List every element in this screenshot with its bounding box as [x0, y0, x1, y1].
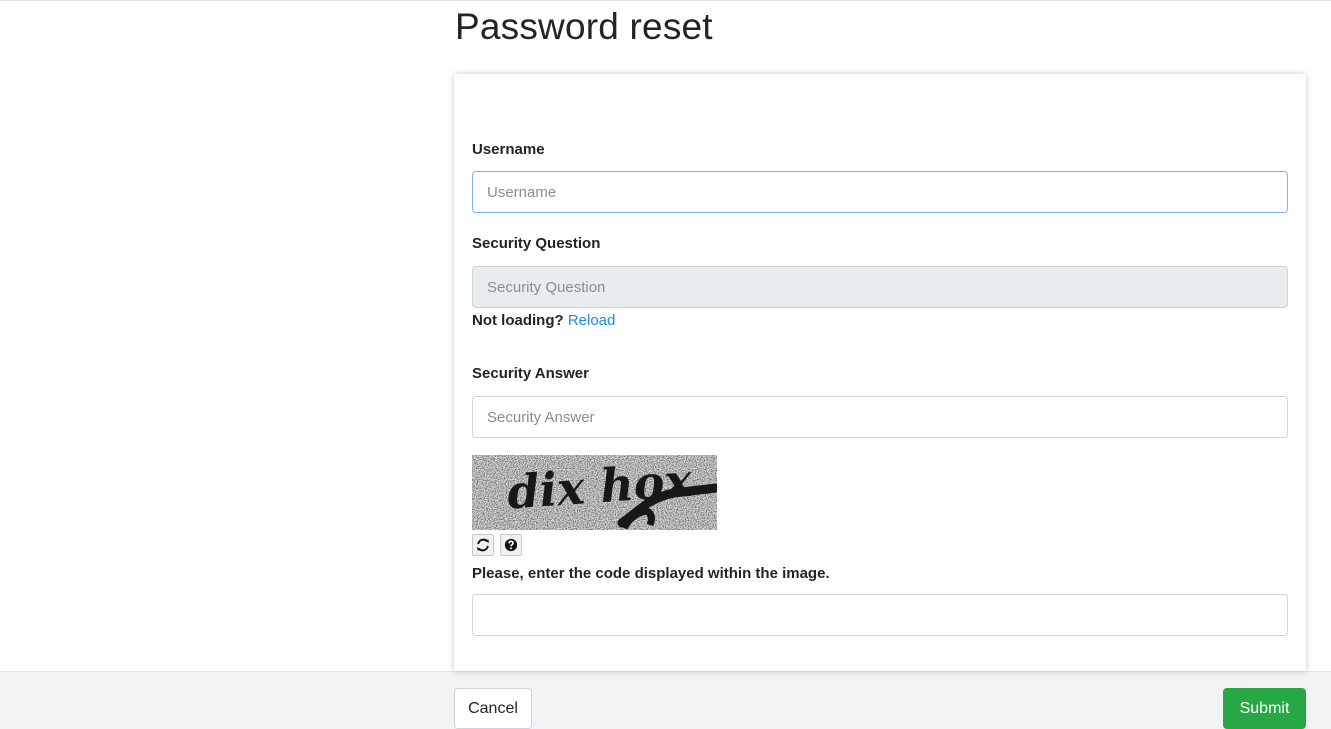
cancel-button[interactable]: Cancel	[454, 688, 532, 729]
page-title: Password reset	[455, 6, 713, 47]
captcha-help-button[interactable]	[500, 534, 522, 556]
security-answer-label: Security Answer	[472, 365, 589, 382]
security-answer-input[interactable]	[472, 396, 1288, 438]
refresh-icon	[477, 538, 489, 552]
reset-form-card: Username Security Question Not loading? …	[454, 74, 1306, 671]
footer-bar	[0, 671, 1331, 729]
username-input[interactable]	[472, 171, 1288, 213]
page: Password reset Username Security Questio…	[0, 0, 1331, 729]
captcha-image: dix hox	[472, 455, 717, 530]
submit-button[interactable]: Submit	[1223, 688, 1306, 729]
captcha-code-input[interactable]	[472, 594, 1288, 636]
captcha-refresh-button[interactable]	[472, 534, 494, 556]
security-question-label: Security Question	[472, 235, 601, 252]
username-label: Username	[472, 141, 545, 158]
reload-row: Not loading? Reload	[472, 312, 615, 329]
question-icon	[504, 538, 518, 552]
captcha-instructions: Please, enter the code displayed within …	[472, 565, 830, 582]
security-question-input	[472, 266, 1288, 308]
reload-link[interactable]: Reload	[568, 312, 616, 329]
not-loading-text: Not loading?	[472, 312, 564, 329]
